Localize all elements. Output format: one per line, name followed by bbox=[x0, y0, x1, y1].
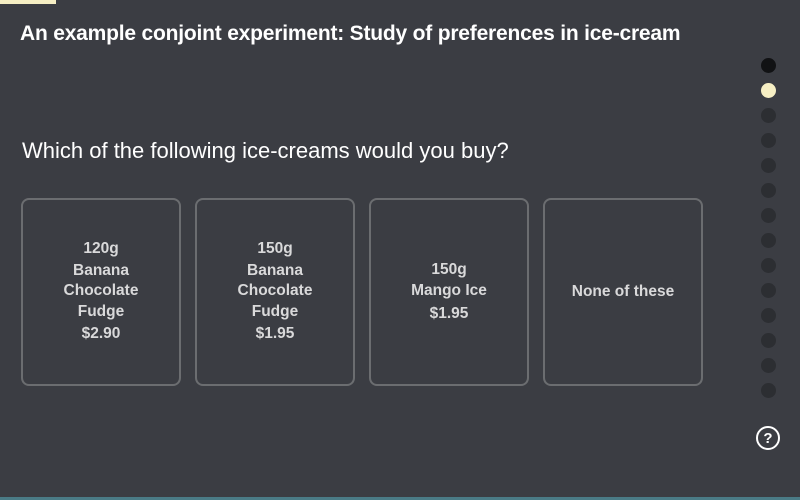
nav-dot-pending[interactable] bbox=[761, 183, 776, 198]
question-navigation bbox=[761, 58, 776, 398]
option-card-2[interactable]: 150g Banana Chocolate Fudge $1.95 bbox=[195, 198, 355, 386]
help-button[interactable]: ? bbox=[756, 426, 780, 450]
option-weight: 150g bbox=[257, 240, 293, 258]
nav-dot-pending[interactable] bbox=[761, 208, 776, 223]
nav-dot-pending[interactable] bbox=[761, 383, 776, 398]
option-name-line: Fudge bbox=[251, 302, 299, 320]
option-price: $1.95 bbox=[429, 304, 469, 322]
answer-options: 120g Banana Chocolate Fudge $2.90 150g B… bbox=[21, 198, 703, 386]
nav-dot-pending[interactable] bbox=[761, 308, 776, 323]
nav-dot-pending[interactable] bbox=[761, 233, 776, 248]
option-card-3[interactable]: 150g Mango Ice $1.95 bbox=[369, 198, 529, 386]
nav-dot-visited[interactable] bbox=[761, 58, 776, 73]
help-icon: ? bbox=[763, 429, 773, 447]
option-price: $1.95 bbox=[255, 325, 295, 343]
option-card-none[interactable]: None of these bbox=[543, 198, 703, 386]
survey-screen: An example conjoint experiment: Study of… bbox=[0, 0, 800, 500]
question-text: Which of the following ice-creams would … bbox=[22, 138, 509, 163]
option-name-line: Mango Ice bbox=[411, 282, 487, 300]
nav-dot-pending[interactable] bbox=[761, 358, 776, 373]
option-weight: 150g bbox=[431, 260, 467, 278]
nav-dot-pending[interactable] bbox=[761, 258, 776, 273]
nav-dot-pending[interactable] bbox=[761, 333, 776, 348]
option-card-1[interactable]: 120g Banana Chocolate Fudge $2.90 bbox=[21, 198, 181, 386]
option-none-label: None of these bbox=[571, 282, 675, 300]
survey-title: An example conjoint experiment: Study of… bbox=[20, 22, 681, 45]
nav-dot-pending[interactable] bbox=[761, 108, 776, 123]
nav-dot-pending[interactable] bbox=[761, 158, 776, 173]
option-name-line: Fudge bbox=[77, 302, 125, 320]
progress-accent-bar bbox=[0, 0, 56, 4]
option-price: $2.90 bbox=[81, 325, 121, 343]
nav-dot-current[interactable] bbox=[761, 83, 776, 98]
option-name-line: Banana bbox=[247, 261, 303, 279]
option-name-line: Chocolate bbox=[237, 282, 313, 300]
nav-dot-pending[interactable] bbox=[761, 283, 776, 298]
nav-dot-pending[interactable] bbox=[761, 133, 776, 148]
option-weight: 120g bbox=[83, 240, 119, 258]
option-name-line: Banana bbox=[73, 261, 129, 279]
option-name-line: Chocolate bbox=[63, 282, 139, 300]
